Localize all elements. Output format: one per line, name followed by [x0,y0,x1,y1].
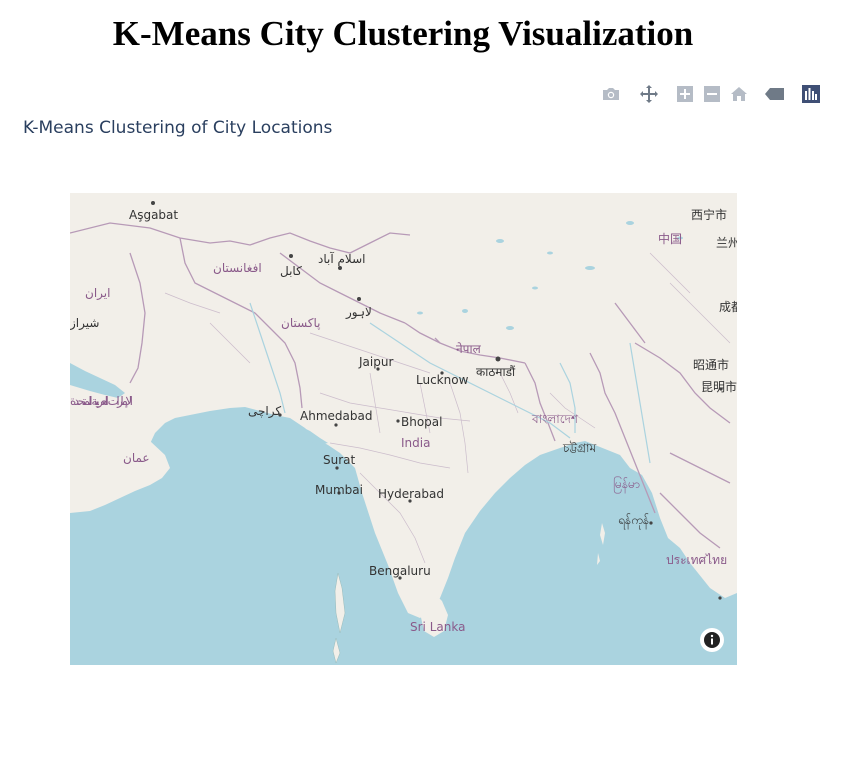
label-nepal: नेपाल [456,342,482,356]
label-xining: 西宁市 [691,207,727,222]
label-jaipur: Jaipur [358,355,393,369]
label-ahmedabad: Ahmedabad [300,409,372,423]
label-uae: الإمارات العربية المتحدة [70,394,133,409]
zoom-out-icon[interactable] [701,84,723,104]
label-afghanistan: افغانستان [213,261,262,275]
camera-icon[interactable] [600,84,622,104]
label-karachi: کراچی [248,404,281,419]
label-oman: عمان [123,451,150,465]
label-lanzhou: 兰州 [716,236,737,250]
label-kabul: کابل [280,264,302,278]
label-shiraz: شیراز [70,316,99,331]
label-lucknow: Lucknow [416,373,469,387]
label-chengdu: 成都 [719,300,737,314]
label-chittagong: চট্টগ্রাম [562,441,597,455]
map[interactable]: Aşgabat افغانستان کابل اسلام آباد ایران … [70,193,737,665]
label-islamabad: اسلام آباد [318,251,365,266]
map-tiles: Aşgabat افغانستان کابل اسلام آباد ایران … [70,193,737,665]
zoom-in-icon[interactable] [674,84,696,104]
page-title: K-Means City Clustering Visualization [112,14,694,53]
label-mumbai: Mumbai [315,483,363,497]
label-bhopal: Bhopal [401,415,442,429]
toggle-hover-icon[interactable] [764,84,786,104]
label-zhaotong: 昭通市 [693,357,729,372]
home-icon[interactable] [728,84,750,104]
label-hyderabad: Hyderabad [378,487,444,501]
label-thailand: ประเทศไทย [666,553,727,567]
label-pakistan: پاکستان [281,316,321,330]
label-india: India [401,436,430,450]
plotly-logo-icon[interactable] [800,84,822,104]
label-kunming: 昆明市 [701,379,737,394]
label-srilanka: Sri Lanka [410,620,465,634]
info-icon[interactable] [700,628,724,652]
label-kathmandu: काठमाडौं [476,365,516,379]
label-iran: ایران [85,286,110,301]
plot-title: K-Means Clustering of City Locations [23,118,333,138]
label-bengaluru: Bengaluru [369,564,431,578]
label-lahore: لاہور [345,305,372,320]
label-bangladesh: বাংলাদেশ [531,412,579,426]
label-china: 中国 [658,231,682,246]
pan-icon[interactable] [638,84,660,104]
label-asgabat: Aşgabat [129,208,178,222]
label-surat: Surat [323,453,356,467]
